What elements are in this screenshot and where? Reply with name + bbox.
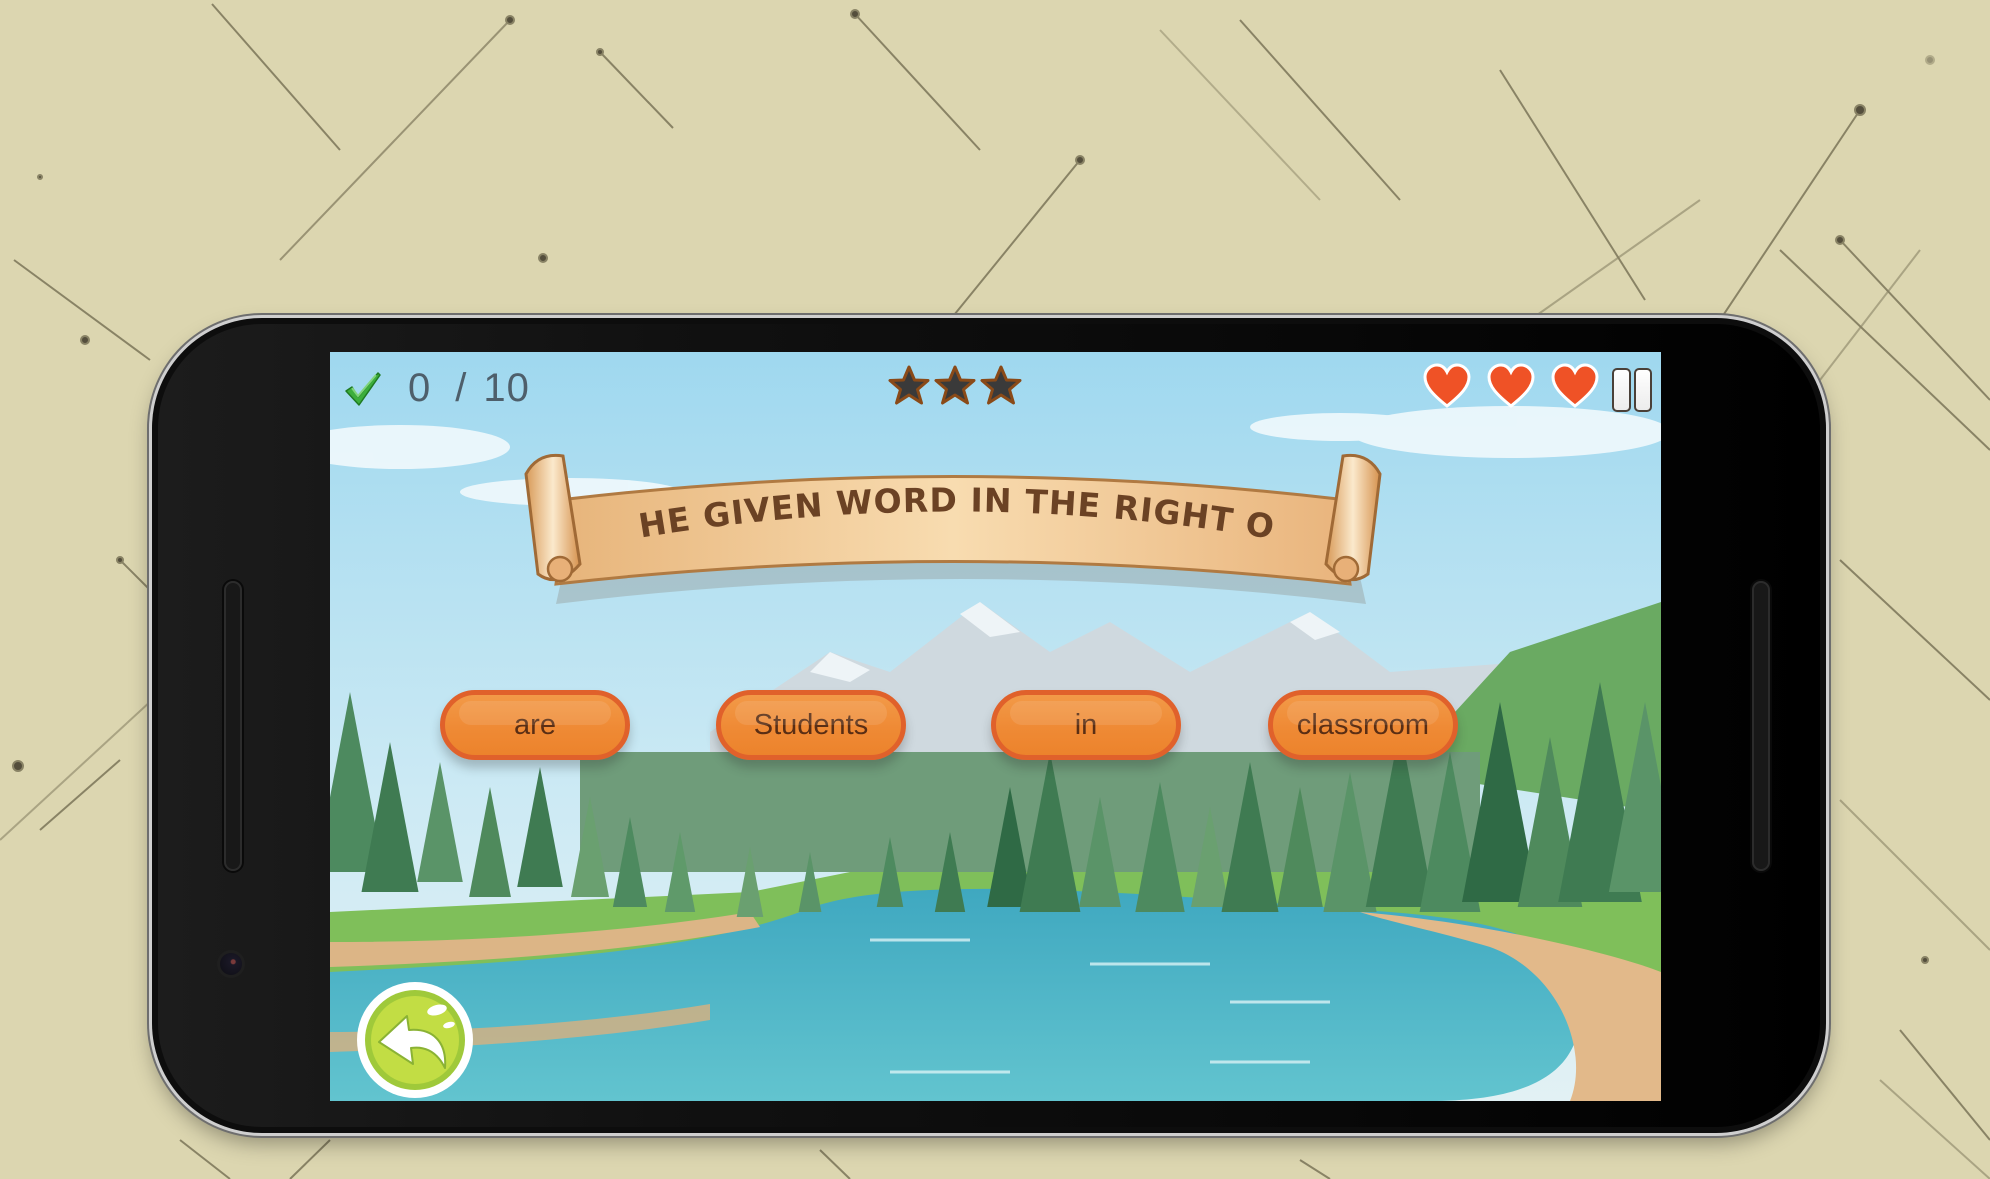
star-icon (934, 365, 976, 405)
star-icon (888, 365, 930, 405)
lives-display (1422, 362, 1600, 410)
word-label: in (1074, 708, 1098, 741)
heart-icon (1487, 363, 1535, 408)
word-label: classroom (1296, 708, 1430, 741)
correct-count: 0 (408, 366, 432, 410)
score-separator: / (455, 366, 468, 410)
instruction-banner: PUT THE GIVEN WORD IN THE RIGHT ORDER (508, 444, 1382, 604)
pause-button[interactable] (1612, 368, 1652, 412)
word-tile[interactable]: in (991, 690, 1181, 760)
star-rating (887, 364, 1023, 408)
score-display: 0 / 10 (342, 366, 530, 411)
pause-icon-bar-left (1612, 368, 1631, 412)
check-icon (345, 371, 381, 406)
star-icon (980, 365, 1022, 405)
word-tile[interactable]: are (440, 690, 630, 760)
heart-icon (1551, 363, 1599, 408)
word-label: are (514, 708, 556, 741)
word-tile[interactable]: Students (716, 690, 906, 760)
word-tile[interactable]: classroom (1268, 690, 1458, 760)
pause-icon-bar-right (1633, 368, 1652, 412)
word-label: Students (753, 708, 869, 741)
score-text: 0 / 10 (408, 366, 530, 411)
back-button[interactable] (355, 980, 475, 1100)
total-count: 10 (483, 366, 530, 410)
game-screen: 0 / 10 HE GIVEN WORD IN THE RIGHT O are St… (330, 352, 1661, 1101)
heart-icon (1423, 363, 1471, 408)
phone-camera (220, 953, 242, 975)
phone-speaker-right (1752, 581, 1770, 871)
phone-speaker-left (224, 581, 242, 871)
